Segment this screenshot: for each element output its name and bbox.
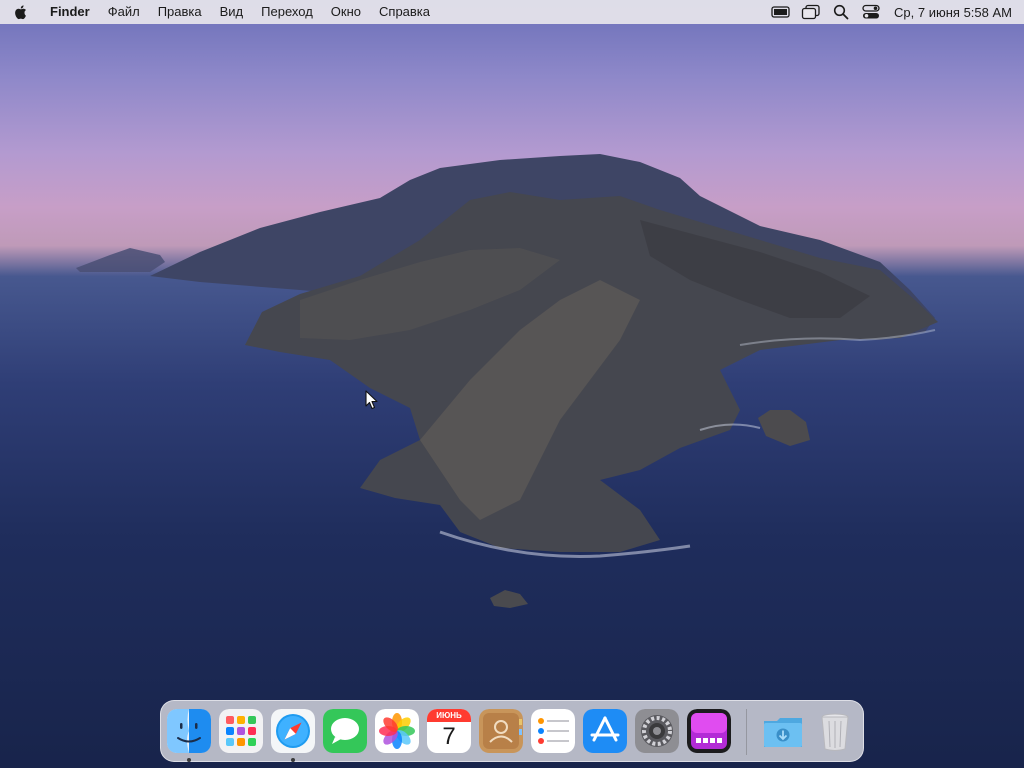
island-scene [76, 154, 938, 608]
dock-item-launchpad[interactable] [219, 709, 263, 753]
battery-status[interactable] [766, 0, 796, 24]
calendar-month: ИЮНЬ [436, 711, 462, 720]
apple-menu[interactable] [0, 0, 40, 24]
spotlight-button[interactable] [826, 0, 856, 24]
dock-separator [746, 709, 747, 755]
trash-icon [821, 713, 849, 751]
dock-item-downloads[interactable] [761, 709, 805, 753]
battery-icon [771, 6, 790, 18]
menu-clock[interactable]: Ср, 7 июня 5:58 AM [894, 5, 1012, 20]
desktop-wallpaper [0, 0, 1024, 768]
launchpad-icon [219, 709, 263, 753]
contacts-icon [479, 709, 523, 753]
dock: ИЮНЬ 7 [160, 700, 864, 762]
finder-icon [167, 709, 211, 753]
running-indicator [187, 758, 191, 762]
menu-window[interactable]: Окно [322, 0, 370, 24]
menu-help[interactable]: Справка [370, 0, 439, 24]
window-switcher-icon [801, 4, 820, 20]
dock-item-trash[interactable] [813, 709, 857, 753]
menu-edit[interactable]: Правка [149, 0, 211, 24]
menu-bar: Finder Файл Правка Вид Переход Окно Спра… [0, 0, 1024, 24]
dock-item-messages[interactable] [323, 709, 367, 753]
dock-item-system-preferences[interactable] [635, 709, 679, 753]
dock-item-contacts[interactable] [479, 709, 523, 753]
app-store-icon [583, 709, 627, 753]
control-center-button[interactable] [856, 0, 886, 24]
photos-icon [375, 709, 419, 753]
dock-item-app-store[interactable] [583, 709, 627, 753]
menu-go[interactable]: Переход [252, 0, 322, 24]
dock-item-calendar[interactable]: ИЮНЬ 7 [427, 709, 471, 753]
control-center-icon [862, 4, 880, 19]
downloads-folder-icon [764, 718, 802, 747]
mouse-cursor-icon [365, 390, 378, 410]
calendar-day: 7 [442, 723, 456, 750]
dock-item-finder[interactable] [167, 709, 211, 753]
dock-item-reminders[interactable] [531, 709, 575, 753]
dock-item-photos[interactable] [375, 709, 419, 753]
apple-icon [15, 5, 26, 20]
system-preferences-icon [635, 709, 679, 753]
search-icon [833, 4, 849, 20]
messages-icon [323, 709, 367, 753]
window-switcher-status[interactable] [796, 0, 826, 24]
dock-item-safari[interactable] [271, 709, 315, 753]
menu-view[interactable]: Вид [211, 0, 253, 24]
menu-file[interactable]: Файл [99, 0, 149, 24]
safari-icon [271, 709, 315, 753]
reminders-icon [531, 709, 575, 753]
dock-item-screen-manager[interactable] [687, 709, 731, 753]
app-menu-finder[interactable]: Finder [40, 0, 99, 24]
running-indicator [291, 758, 295, 762]
screen-manager-icon [687, 709, 731, 753]
